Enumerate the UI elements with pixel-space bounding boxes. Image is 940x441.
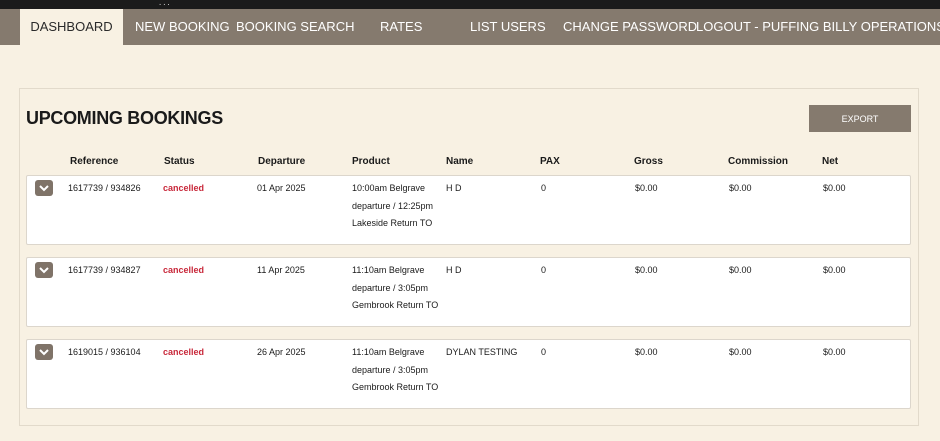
row-pax: 0 — [541, 183, 547, 193]
col-header-name: Name — [446, 156, 474, 167]
row-net: $0.00 — [823, 347, 846, 357]
row-expand-toggle[interactable] — [35, 262, 53, 278]
col-header-reference: Reference — [70, 156, 119, 167]
col-header-net: Net — [822, 156, 839, 167]
nav-rates[interactable]: RATES — [380, 9, 422, 45]
col-header-commission: Commission — [728, 156, 789, 167]
row-name: H D — [446, 265, 462, 275]
row-departure: 26 Apr 2025 — [257, 347, 306, 357]
row-status: cancelled — [163, 265, 205, 275]
row-status: cancelled — [163, 183, 205, 193]
row-commission: $0.00 — [729, 347, 752, 357]
row-product: 10:00am Belgrave departure / 12:25pm Lak… — [352, 183, 434, 228]
row-net: $0.00 — [823, 183, 846, 193]
col-header-gross: Gross — [634, 156, 663, 167]
row-product: 11:10am Belgrave departure / 3:05pm Gemb… — [352, 265, 439, 310]
row-expand-toggle[interactable] — [35, 180, 53, 196]
top-strip-mark: ... — [158, 0, 171, 7]
row-gross: $0.00 — [635, 347, 658, 357]
nav-logout[interactable]: LOGOUT - PUFFING BILLY OPERATIONS — [696, 9, 940, 45]
nav-list-users[interactable]: LIST USERS — [470, 9, 546, 45]
row-gross: $0.00 — [635, 265, 658, 275]
nav-dashboard[interactable]: DASHBOARD — [20, 9, 123, 45]
upcoming-bookings-panel: UPCOMING BOOKINGS EXPORT Reference Statu… — [19, 88, 919, 426]
nav-change-password[interactable]: CHANGE PASSWORD — [563, 9, 697, 45]
row-net: $0.00 — [823, 265, 846, 275]
col-header-product: Product — [352, 156, 390, 167]
export-button[interactable]: EXPORT — [809, 105, 911, 132]
row-status: cancelled — [163, 347, 205, 357]
booking-row[interactable]: 1619015 / 936104 cancelled 26 Apr 2025 1… — [26, 339, 911, 409]
row-name: H D — [446, 183, 462, 193]
row-commission: $0.00 — [729, 265, 752, 275]
booking-row[interactable]: 1617739 / 934826 cancelled 01 Apr 2025 1… — [26, 175, 911, 245]
row-expand-toggle[interactable] — [35, 344, 53, 360]
row-reference[interactable]: 1619015 / 936104 — [68, 344, 141, 362]
top-strip: ... — [0, 0, 940, 9]
nav-new-booking[interactable]: NEW BOOKING — [135, 9, 230, 45]
nav-booking-search[interactable]: BOOKING SEARCH — [236, 9, 354, 45]
row-name: DYLAN TESTING — [446, 347, 518, 357]
row-reference[interactable]: 1617739 / 934827 — [68, 262, 141, 280]
col-header-pax: PAX — [540, 156, 560, 167]
row-pax: 0 — [541, 265, 547, 275]
row-departure: 11 Apr 2025 — [257, 265, 305, 275]
chevron-down-icon — [39, 184, 49, 191]
row-commission: $0.00 — [729, 183, 752, 193]
row-gross: $0.00 — [635, 183, 658, 193]
row-product: 11:10am Belgrave departure / 3:05pm Gemb… — [352, 347, 439, 392]
booking-row[interactable]: 1617739 / 934827 cancelled 11 Apr 2025 1… — [26, 257, 911, 327]
chevron-down-icon — [39, 266, 49, 273]
col-header-departure: Departure — [258, 156, 306, 167]
row-reference[interactable]: 1617739 / 934826 — [68, 180, 141, 198]
row-pax: 0 — [541, 347, 547, 357]
chevron-down-icon — [39, 348, 49, 355]
col-header-status: Status — [164, 156, 195, 167]
panel-title: UPCOMING BOOKINGS — [26, 108, 223, 128]
main-nav: DASHBOARD NEW BOOKING BOOKING SEARCH RAT… — [0, 9, 940, 45]
row-departure: 01 Apr 2025 — [257, 183, 306, 193]
